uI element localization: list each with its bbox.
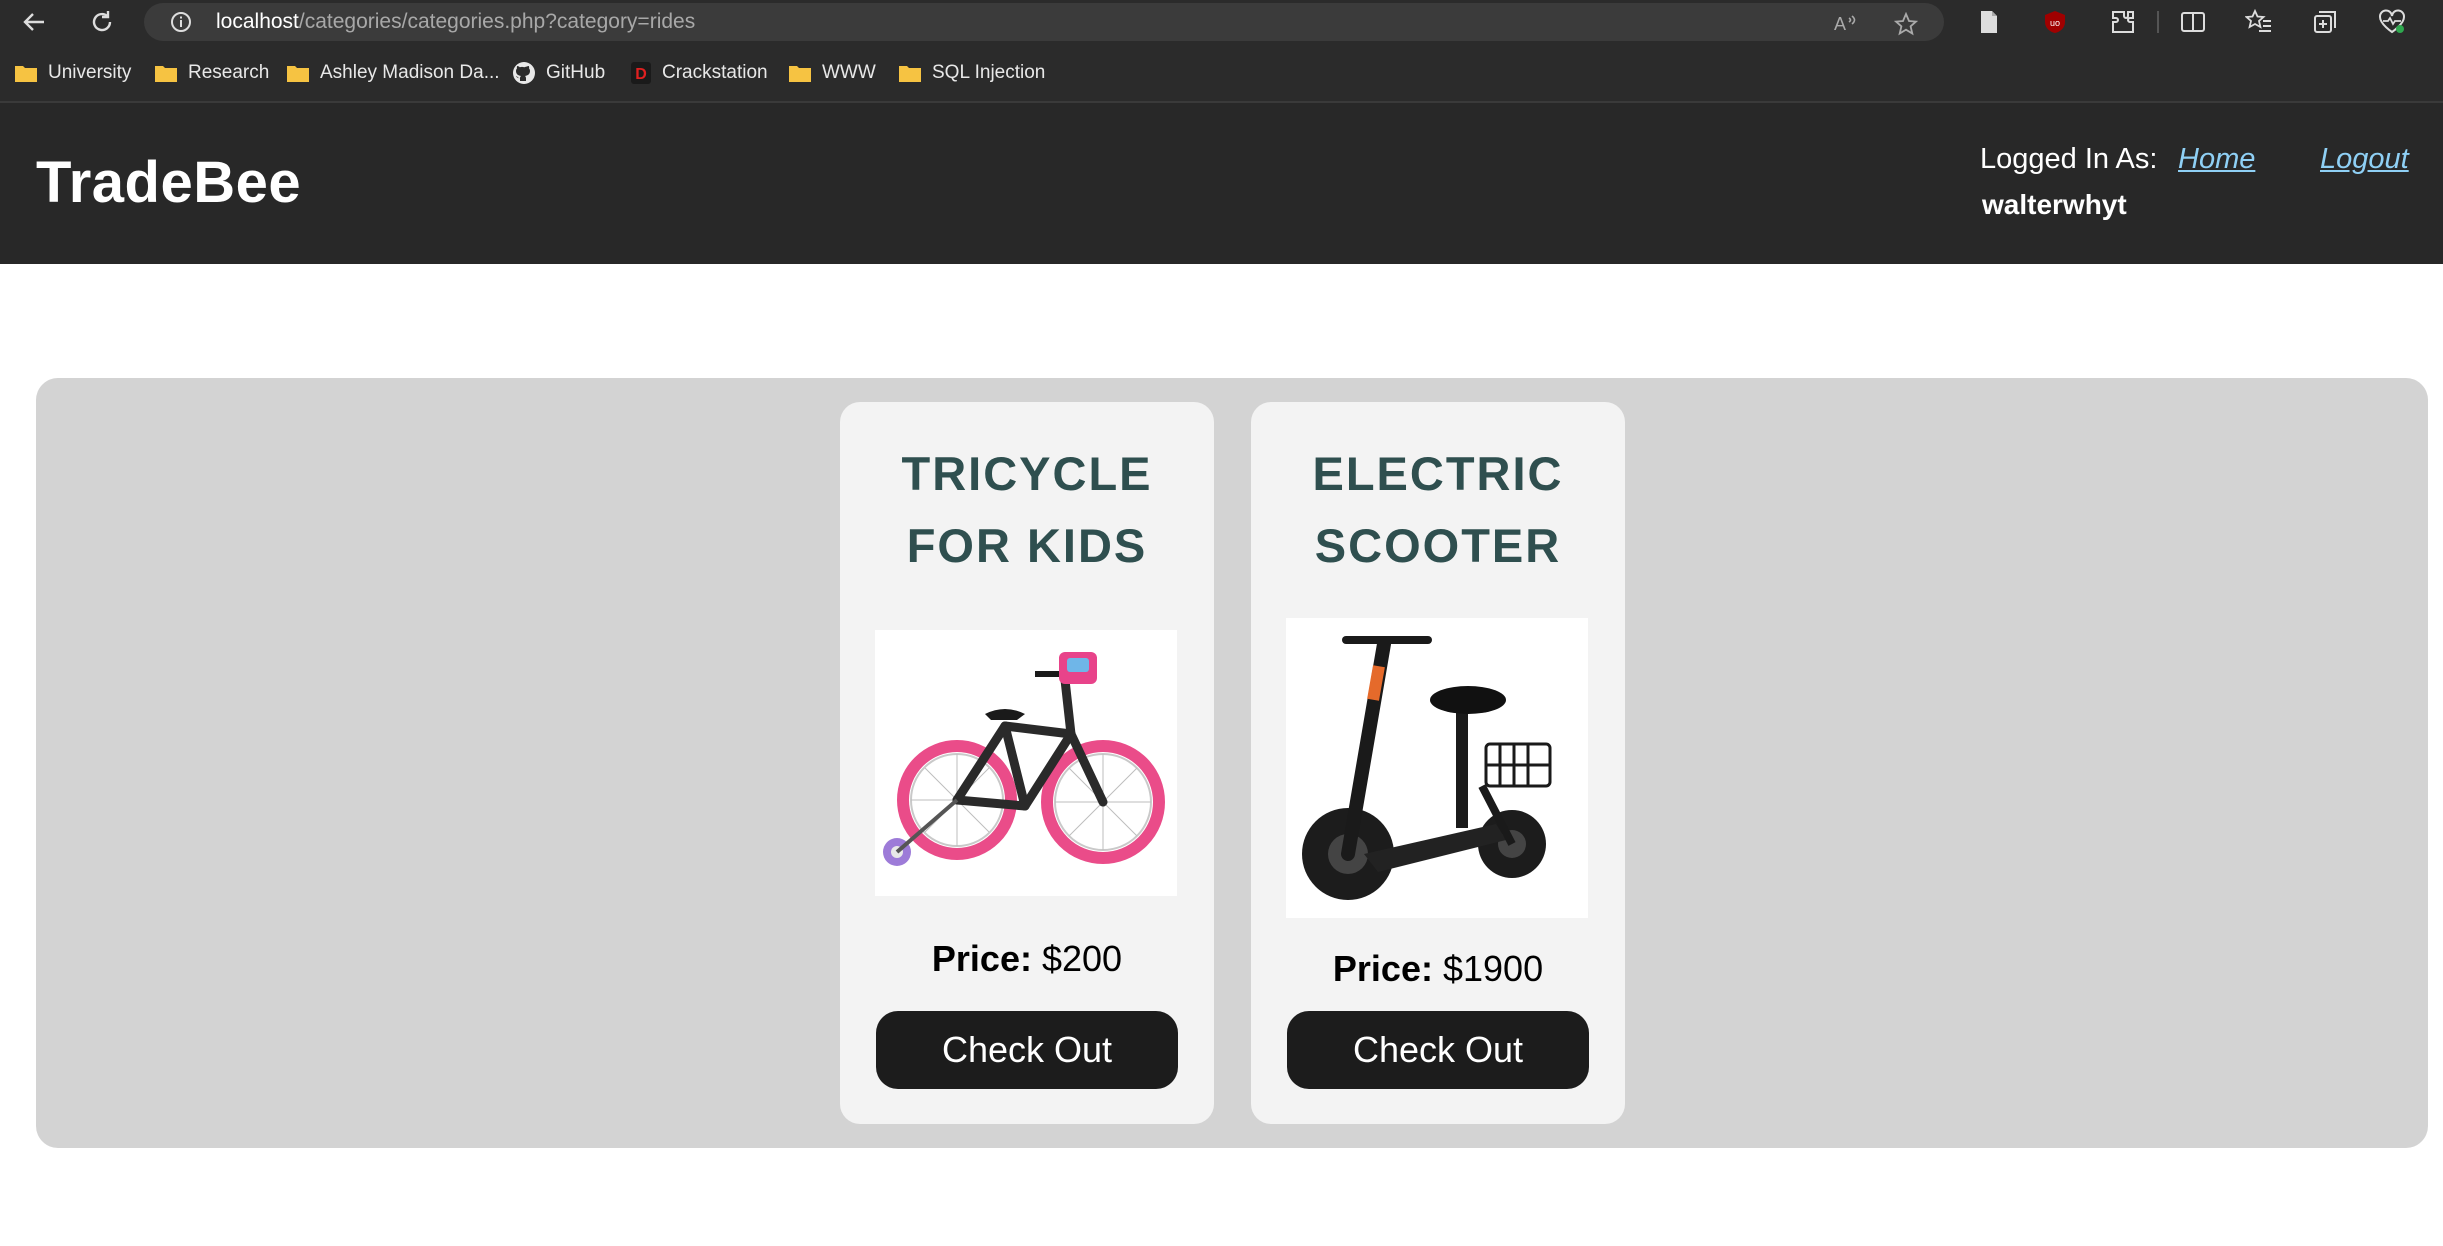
bookmark-label: GitHub (546, 62, 606, 83)
price-value: $1900 (1442, 948, 1544, 989)
products-panel (36, 378, 2428, 1148)
reload-button[interactable] (84, 4, 120, 40)
bookmark-label: Crackstation (662, 62, 768, 83)
check-out-button[interactable]: Check Out (876, 1011, 1178, 1089)
site-logo[interactable]: TradeBee (36, 149, 301, 216)
crackstation-icon: D (631, 62, 651, 84)
address-bar[interactable]: localhost/categories/categories.php?cate… (144, 3, 1944, 41)
bookmark-research[interactable]: Research (154, 58, 269, 88)
product-card: ELECTRIC SCOOTER Price: $1900 Check Out (1251, 402, 1625, 1124)
bookmark-www[interactable]: WWW (788, 58, 876, 88)
bookmark-github[interactable]: GitHub (512, 58, 605, 88)
folder-icon (155, 66, 177, 82)
site-info-icon[interactable] (170, 11, 192, 38)
toolbar-divider (2157, 11, 2159, 33)
svg-text:uo: uo (2050, 18, 2060, 28)
home-link[interactable]: Home (2178, 143, 2255, 176)
bookmark-sql-injection[interactable]: SQL Injection (898, 58, 1045, 88)
bookmark-label: WWW (822, 62, 876, 83)
product-card: TRICYCLE FOR KIDS Price: $200 Check Out (840, 402, 1214, 1124)
url-text[interactable]: localhost/categories/categories.php?cate… (216, 10, 695, 34)
github-icon (513, 62, 535, 84)
folder-icon (789, 66, 811, 82)
tricycle-image[interactable] (875, 630, 1177, 896)
collections-icon[interactable] (2310, 7, 2340, 37)
folder-icon (15, 66, 37, 82)
ublock-extension-icon[interactable]: uo (2040, 7, 2070, 37)
logged-in-label: Logged In As: (1980, 143, 2158, 175)
price-value: $200 (1041, 938, 1123, 979)
username: walterwhyt (1982, 189, 2127, 220)
document-icon[interactable] (1974, 7, 2004, 37)
browser-health-icon[interactable] (2377, 7, 2407, 37)
price-label: Price: (931, 938, 1032, 979)
price-label: Price: (1332, 948, 1433, 989)
bookmark-university[interactable]: University (14, 58, 131, 88)
product-title-line2: SCOOTER (1314, 519, 1562, 572)
bookmark-label: SQL Injection (932, 62, 1046, 83)
back-arrow-icon (23, 13, 44, 31)
bookmark-label: University (48, 62, 132, 83)
back-button[interactable] (16, 4, 52, 40)
product-title-line1: ELECTRIC (1312, 447, 1564, 500)
svg-text:A: A (1834, 14, 1846, 34)
product-price: Price: $1900 (1251, 948, 1625, 990)
split-screen-icon[interactable] (2178, 7, 2208, 37)
product-price: Price: $200 (840, 938, 1214, 980)
product-title-line1: TRICYCLE (901, 447, 1153, 500)
folder-icon (287, 66, 309, 82)
svg-text:D: D (635, 66, 647, 83)
site-header: TradeBee Logged In As: walterwhyt Home L… (0, 103, 2443, 264)
product-title-line2: FOR KIDS (906, 519, 1148, 572)
bookmark-label: Ashley Madison Da... (320, 62, 500, 83)
folder-icon (899, 66, 921, 82)
favorite-star-icon[interactable] (1893, 11, 1919, 41)
electric-scooter-image[interactable] (1286, 618, 1588, 918)
favorites-icon[interactable] (2244, 7, 2274, 37)
bookmark-ashley-madison[interactable]: Ashley Madison Da... (286, 58, 500, 88)
extensions-icon[interactable] (2108, 7, 2138, 37)
reload-icon (92, 11, 112, 32)
logout-link[interactable]: Logout (2320, 143, 2409, 176)
bookmark-crackstation[interactable]: D Crackstation (630, 58, 768, 88)
browser-toolbar: localhost/categories/categories.php?cate… (0, 0, 2443, 44)
check-out-button[interactable]: Check Out (1287, 1011, 1589, 1089)
bookmarks-bar: University Research Ashley Madison Da...… (0, 44, 2443, 102)
read-aloud-icon[interactable]: A (1834, 12, 1860, 39)
bookmark-label: Research (188, 62, 270, 83)
